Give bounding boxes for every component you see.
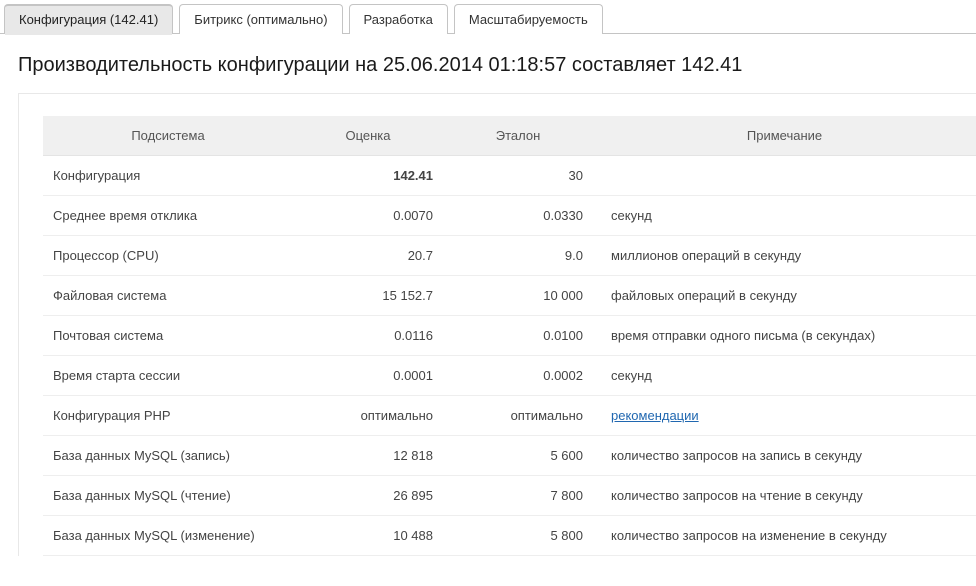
table-header-row: Подсистема Оценка Эталон Примечание bbox=[43, 116, 976, 156]
table-row: База данных MySQL (изменение)10 4885 800… bbox=[43, 516, 976, 556]
cell-subsystem: Конфигурация PHP bbox=[43, 396, 293, 436]
table-row: База данных MySQL (чтение)26 8957 800кол… bbox=[43, 476, 976, 516]
tab-label: Битрикс (оптимально) bbox=[194, 12, 327, 27]
cell-note: файловых операций в секунду bbox=[593, 276, 976, 316]
col-header-subsystem: Подсистема bbox=[43, 116, 293, 156]
col-header-score: Оценка bbox=[293, 116, 443, 156]
cell-note: секунд bbox=[593, 196, 976, 236]
table-row: Почтовая система0.01160.0100время отправ… bbox=[43, 316, 976, 356]
cell-score: 12 818 bbox=[293, 436, 443, 476]
cell-score: 0.0070 bbox=[293, 196, 443, 236]
cell-subsystem: Процессор (CPU) bbox=[43, 236, 293, 276]
table-row: Среднее время отклика0.00700.0330секунд bbox=[43, 196, 976, 236]
cell-score: 26 895 bbox=[293, 476, 443, 516]
tab-bitrix[interactable]: Битрикс (оптимально) bbox=[179, 4, 342, 34]
cell-score: 0.0001 bbox=[293, 356, 443, 396]
col-header-reference: Эталон bbox=[443, 116, 593, 156]
cell-reference: оптимально bbox=[443, 396, 593, 436]
cell-reference: 7 800 bbox=[443, 476, 593, 516]
cell-note: количество запросов на чтение в секунду bbox=[593, 476, 976, 516]
performance-table: Подсистема Оценка Эталон Примечание Конф… bbox=[43, 116, 976, 556]
cell-score: 0.0116 bbox=[293, 316, 443, 356]
cell-reference: 0.0002 bbox=[443, 356, 593, 396]
cell-reference: 30 bbox=[443, 156, 593, 196]
tab-scalability[interactable]: Масштабируемость bbox=[454, 4, 603, 34]
cell-subsystem: Время старта сессии bbox=[43, 356, 293, 396]
table-row: База данных MySQL (запись)12 8185 600кол… bbox=[43, 436, 976, 476]
cell-reference: 0.0330 bbox=[443, 196, 593, 236]
tab-label: Масштабируемость bbox=[469, 12, 588, 27]
cell-score: оптимально bbox=[293, 396, 443, 436]
tab-label: Разработка bbox=[364, 12, 433, 27]
cell-score: 142.41 bbox=[293, 156, 443, 196]
cell-score: 20.7 bbox=[293, 236, 443, 276]
cell-subsystem: База данных MySQL (чтение) bbox=[43, 476, 293, 516]
tab-development[interactable]: Разработка bbox=[349, 4, 448, 34]
table-row: Конфигурация PHPоптимальнооптимальнореко… bbox=[43, 396, 976, 436]
cell-reference: 0.0100 bbox=[443, 316, 593, 356]
page-title: Производительность конфигурации на 25.06… bbox=[18, 54, 976, 77]
tab-bar: Конфигурация (142.41) Битрикс (оптимальн… bbox=[0, 0, 976, 34]
table-row: Время старта сессии0.00010.0002секунд bbox=[43, 356, 976, 396]
recommendations-link[interactable]: рекомендации bbox=[611, 408, 699, 423]
cell-score: 10 488 bbox=[293, 516, 443, 556]
table-row: Файловая система15 152.710 000файловых о… bbox=[43, 276, 976, 316]
cell-note bbox=[593, 156, 976, 196]
cell-subsystem: База данных MySQL (запись) bbox=[43, 436, 293, 476]
cell-score: 15 152.7 bbox=[293, 276, 443, 316]
cell-note: миллионов операций в секунду bbox=[593, 236, 976, 276]
cell-subsystem: Конфигурация bbox=[43, 156, 293, 196]
cell-note: секунд bbox=[593, 356, 976, 396]
cell-note: время отправки одного письма (в секундах… bbox=[593, 316, 976, 356]
cell-note: количество запросов на запись в секунду bbox=[593, 436, 976, 476]
cell-subsystem: Почтовая система bbox=[43, 316, 293, 356]
cell-subsystem: Среднее время отклика bbox=[43, 196, 293, 236]
cell-note: рекомендации bbox=[593, 396, 976, 436]
cell-reference: 5 600 bbox=[443, 436, 593, 476]
tab-configuration[interactable]: Конфигурация (142.41) bbox=[4, 4, 173, 34]
table-row: Процессор (CPU)20.79.0миллионов операций… bbox=[43, 236, 976, 276]
col-header-note: Примечание bbox=[593, 116, 976, 156]
performance-panel: Подсистема Оценка Эталон Примечание Конф… bbox=[18, 93, 976, 556]
cell-reference: 9.0 bbox=[443, 236, 593, 276]
cell-reference: 10 000 bbox=[443, 276, 593, 316]
cell-subsystem: Файловая система bbox=[43, 276, 293, 316]
cell-reference: 5 800 bbox=[443, 516, 593, 556]
table-row: Конфигурация142.4130 bbox=[43, 156, 976, 196]
cell-subsystem: База данных MySQL (изменение) bbox=[43, 516, 293, 556]
cell-note: количество запросов на изменение в секун… bbox=[593, 516, 976, 556]
tab-label: Конфигурация (142.41) bbox=[19, 12, 158, 27]
